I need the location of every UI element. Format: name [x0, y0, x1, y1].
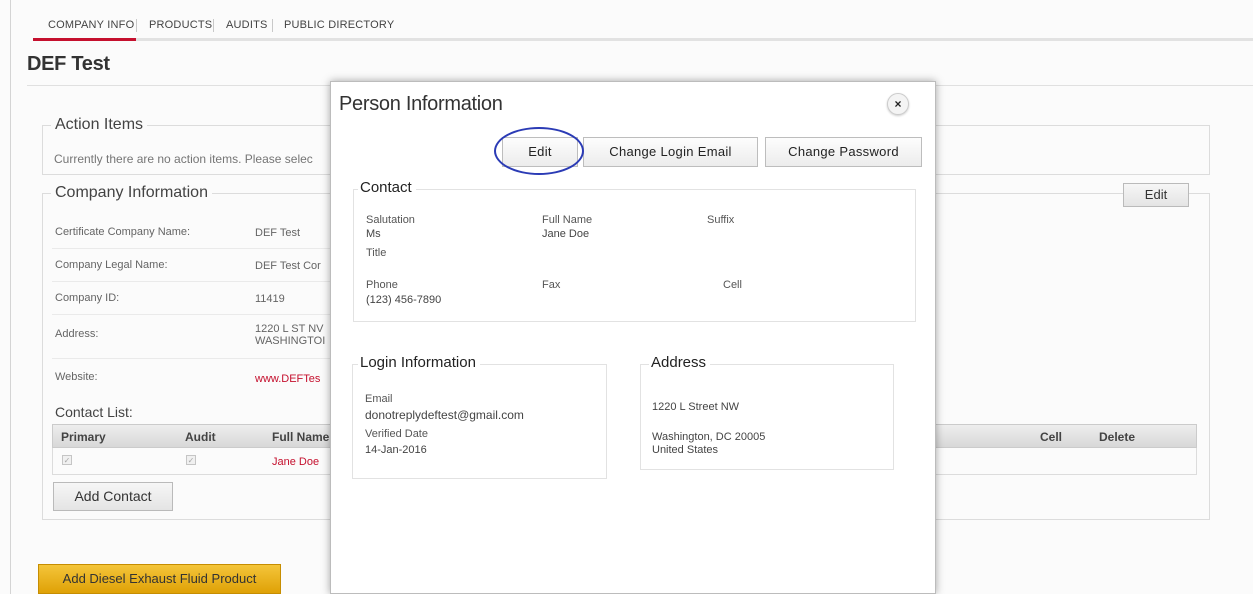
phone-label: Phone — [366, 279, 398, 291]
change-login-email-button[interactable]: Change Login Email — [583, 137, 758, 167]
address-line-2: Washington, DC 20005 — [652, 431, 766, 443]
cell-label: Cell — [723, 279, 742, 291]
verified-date-label: Verified Date — [365, 428, 428, 440]
email-value: donotreplydeftest@gmail.com — [365, 408, 524, 422]
contact-legend: Contact — [358, 179, 416, 196]
address-box: Address 1220 L Street NW Washington, DC … — [640, 354, 894, 470]
phone-value: (123) 456-7890 — [366, 294, 442, 306]
edit-button[interactable]: Edit — [502, 137, 578, 167]
email-label: Email — [365, 393, 393, 405]
address-line-3: United States — [652, 444, 719, 456]
login-info-box: Login Information Email donotreplydeftes… — [352, 354, 607, 479]
contact-box: Contact Salutation Ms Title Full Name Ja… — [353, 179, 916, 322]
full-name-label: Full Name — [542, 214, 593, 226]
title-label: Title — [366, 247, 387, 259]
suffix-label: Suffix — [707, 214, 735, 226]
person-info-modal: Person Information × Edit Change Login E… — [330, 81, 936, 594]
address-line-1: 1220 L Street NW — [652, 401, 740, 413]
fax-label: Fax — [542, 279, 561, 291]
verified-date-value: 14-Jan-2016 — [365, 444, 427, 456]
modal-title: Person Information — [339, 93, 503, 115]
salutation-value: Ms — [366, 228, 381, 240]
close-icon[interactable]: × — [887, 93, 909, 115]
login-info-legend: Login Information — [358, 354, 480, 371]
address-legend: Address — [649, 354, 711, 371]
salutation-label: Salutation — [366, 214, 415, 226]
full-name-value: Jane Doe — [542, 228, 590, 240]
change-password-button[interactable]: Change Password — [765, 137, 922, 167]
